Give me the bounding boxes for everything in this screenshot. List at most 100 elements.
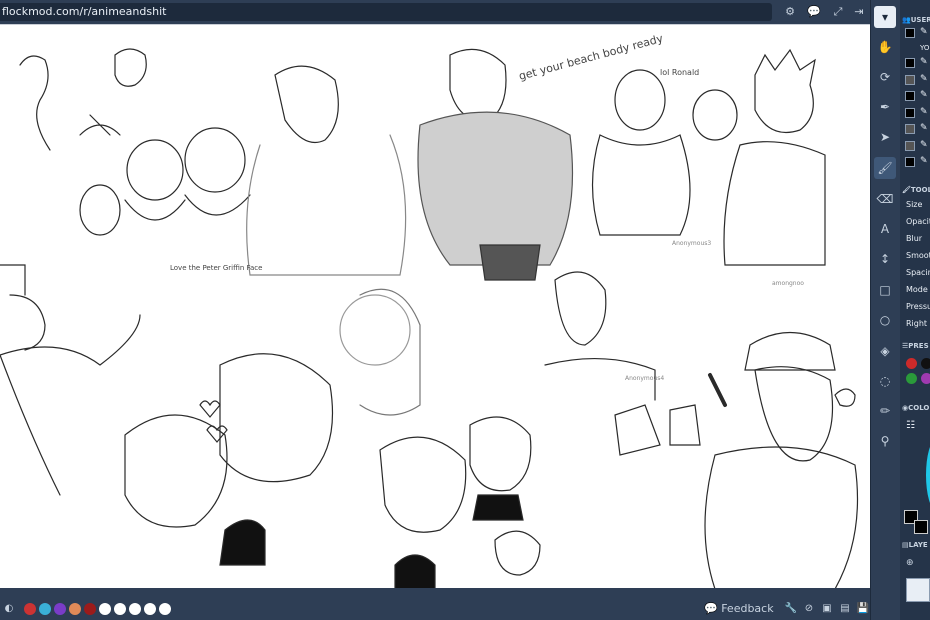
text-icon[interactable]: A: [874, 218, 896, 240]
user-color[interactable]: [905, 58, 915, 68]
drawing-canvas[interactable]: get your beach body ready lol Ronald Lov…: [0, 24, 870, 588]
label-beach-body: get your beach body ready: [517, 32, 665, 83]
ellipse-icon[interactable]: ○: [874, 309, 896, 331]
sketch-bunny-suit-4: [472, 494, 524, 521]
photo-icon[interactable]: ▤: [838, 602, 852, 616]
label-ronald: lol Ronald: [660, 68, 699, 77]
sketch-heart-1: [199, 400, 221, 418]
pencil-icon[interactable]: ✏: [874, 400, 896, 422]
user-color[interactable]: [905, 107, 915, 118]
label-amongnoo: amongnoo: [772, 280, 804, 287]
sketch-bat: [708, 373, 727, 407]
logout-icon[interactable]: ⇥: [851, 4, 867, 20]
image-icon[interactable]: ▣: [820, 602, 834, 616]
contrast-icon[interactable]: ◐: [2, 602, 16, 616]
user-color[interactable]: [905, 74, 915, 85]
rotate-icon[interactable]: ⟳: [874, 66, 896, 88]
users-title: 👥USER: [902, 16, 930, 24]
move-icon[interactable]: ↕: [874, 248, 896, 270]
room-url[interactable]: flockmod.com/r/animeandshit: [0, 3, 772, 21]
lasso-icon[interactable]: ◌: [874, 370, 896, 392]
palette-swatch[interactable]: [84, 603, 96, 615]
preset-color-swatch[interactable]: [921, 373, 930, 384]
user-brush-icon: ✎: [920, 57, 928, 67]
save-icon[interactable]: 💾: [856, 602, 870, 616]
fill-icon[interactable]: ◈: [874, 340, 896, 362]
sketch-faceless-head: [554, 271, 607, 346]
sketch-figure: [79, 114, 121, 136]
presets-title: ☰PRES: [902, 342, 929, 350]
sketch-muscle-body: [417, 111, 574, 266]
sketch-man-torso: [246, 134, 407, 276]
tool-title: 🖌TOOL: [902, 186, 930, 194]
tool-setting-label: Size: [906, 200, 923, 209]
sketch-mannequin-circle: [339, 294, 411, 366]
pointer-icon[interactable]: ➤: [874, 126, 896, 148]
eyedropper-icon[interactable]: ⚲: [874, 430, 896, 452]
brush-icon[interactable]: 🖌: [874, 157, 896, 179]
preset-color-swatch[interactable]: [906, 373, 917, 384]
wrench-icon[interactable]: 🔧: [784, 602, 798, 616]
user-color[interactable]: [905, 157, 915, 167]
sliders-icon[interactable]: ☷: [906, 420, 915, 431]
no-entry-icon[interactable]: ⊘: [802, 602, 816, 616]
layer-add-icon[interactable]: ⊕: [906, 558, 930, 574]
sketch-bunny-head-4: [469, 416, 532, 492]
palette-swatch[interactable]: [69, 603, 81, 615]
sketch-bunny-suit-1: [219, 519, 266, 566]
label-peter-griffin: Love the Peter Griffin Face: [170, 264, 262, 272]
palette-swatch[interactable]: [99, 603, 111, 615]
sketch-clown-head: [692, 89, 738, 141]
gear-icon[interactable]: ⚙: [782, 4, 798, 20]
palette-swatch[interactable]: [144, 603, 156, 615]
sketch-bunny-head-1: [219, 353, 334, 483]
tool-setting-label: Pressure: [906, 302, 930, 311]
users-icon: 👥: [902, 16, 911, 24]
label-anonymous4: Anonymous4: [625, 375, 664, 382]
preset-color-swatch[interactable]: [906, 358, 917, 369]
user-brush-icon: ✎: [920, 90, 928, 100]
secondary-color[interactable]: [914, 520, 928, 534]
palette-swatch[interactable]: [39, 603, 51, 615]
sketch-bunny-head-5: [494, 530, 541, 576]
layers-title: ▤LAYE: [902, 541, 928, 549]
label-anonymous3: Anonymous3: [672, 240, 711, 247]
user-brush-icon: ✎: [920, 156, 928, 166]
you-label: YO: [920, 44, 930, 52]
user-color[interactable]: [905, 124, 915, 134]
user-color[interactable]: [905, 140, 915, 151]
sketch-cherub: [114, 48, 147, 87]
feedback-icon: 💬: [704, 602, 722, 615]
layers-icon: ▤: [902, 541, 909, 549]
collapse-icon[interactable]: ▾: [874, 6, 896, 28]
eraser-icon[interactable]: ⌫: [874, 188, 896, 210]
pen-icon[interactable]: ✒: [874, 96, 896, 118]
sketch-side-head: [79, 184, 121, 236]
chat-icon[interactable]: 💬: [806, 4, 822, 20]
sketch-bodybuilder-head: [0, 264, 46, 351]
sketch-small-figures: [614, 404, 701, 456]
hand-icon[interactable]: ✋: [874, 36, 896, 58]
palette-swatch[interactable]: [24, 603, 36, 615]
sketch-kid-head-1: [126, 139, 184, 201]
palette-swatch[interactable]: [129, 603, 141, 615]
feedback-button[interactable]: 💬 Feedback: [704, 602, 774, 615]
sketch-bald-body: [591, 134, 691, 236]
palette-swatch[interactable]: [114, 603, 126, 615]
user-color[interactable]: [905, 28, 915, 38]
sketch-kid-bodies: [124, 194, 251, 221]
user-brush-icon: ✎: [920, 73, 928, 84]
user-brush-icon: ✎: [920, 139, 928, 150]
user-color[interactable]: [905, 91, 915, 101]
fullscreen-icon[interactable]: ⤢: [830, 4, 846, 20]
preset-color-swatch[interactable]: [921, 358, 930, 369]
sketch-bunny-suit-3: [394, 554, 436, 588]
user-brush-icon: ✎: [920, 123, 928, 133]
layer-thumbnail[interactable]: [906, 578, 930, 602]
palette-swatch[interactable]: [159, 603, 171, 615]
tool-setting-label: Blur: [906, 234, 923, 243]
sketch-bunny-head-3: [379, 436, 467, 533]
sketch-bunny-head-2: [124, 414, 228, 528]
rect-icon[interactable]: □: [874, 279, 896, 301]
palette-swatch[interactable]: [54, 603, 66, 615]
